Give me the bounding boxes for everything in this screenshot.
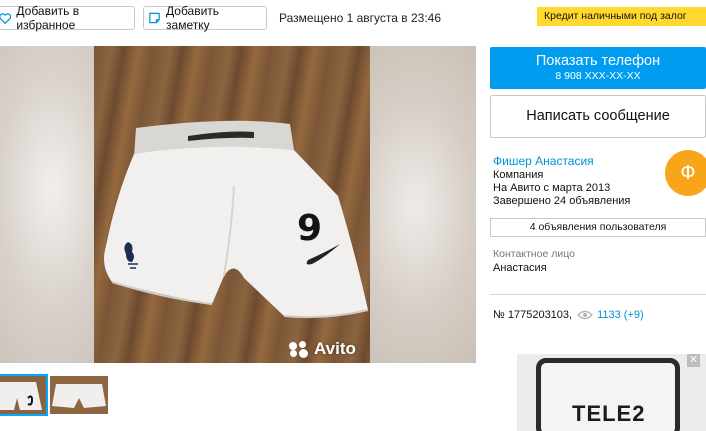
write-message-button[interactable]: Написать сообщение [490,95,706,138]
seller-avatar[interactable]: Ф [665,150,706,196]
seller-type: Компания [493,169,544,181]
thumbnail-1[interactable] [0,374,48,416]
show-phone-label: Показать телефон [535,53,661,69]
contact-person-name: Анастасия [493,262,547,274]
photo-gallery[interactable]: 9 [0,46,476,363]
add-note-button[interactable]: Добавить заметку [143,4,267,32]
add-to-favorites-button[interactable]: Добавить в избранное [0,4,135,32]
masked-phone-number: 8 908 XXX-XX-XX [555,70,641,82]
eye-icon [577,310,594,320]
seller-completed-ads: Завершено 24 объявления [493,195,631,207]
note-icon [149,12,160,24]
user-ads-button[interactable]: 4 объявления пользователя [490,218,706,237]
seller-since: На Авито с марта 2013 [493,182,611,194]
add-to-favorites-label: Добавить в избранное [16,4,80,32]
divider [490,294,706,295]
shorts-number: 9 [297,208,323,249]
thumbnail-1-image [0,376,46,414]
gallery-blur-right [355,46,476,363]
shorts-image [104,120,369,319]
listing-meta: № 1775203103, 1133 (+9) [493,309,644,321]
main-photo[interactable]: 9 [94,46,370,363]
top-action-bar: Добавить в избранное Добавить заметку Ра… [0,0,706,36]
show-phone-button[interactable]: Показать телефон 8 908 XXX-XX-XX [490,47,706,89]
add-note-label: Добавить заметку [166,4,220,32]
views-counter[interactable]: 1133 (+9) [577,309,644,321]
avito-logo-icon [289,341,309,358]
thumbnail-2[interactable] [50,376,108,414]
contact-person-label: Контактное лицо [493,248,575,260]
avito-watermark-text: Avito [314,339,356,358]
ad-brand: TELE2 [572,401,646,426]
seller-name-link[interactable]: Фишер Анастасия [493,154,594,168]
views-count: 1133 (+9) [597,309,644,321]
posted-date: Размещено 1 августа в 23:46 [279,11,442,25]
listing-id: № 1775203103, [493,309,573,321]
avito-watermark: Avito [289,339,356,359]
close-icon[interactable]: ✕ [687,354,700,367]
heart-icon [0,12,12,24]
credit-ad-link[interactable]: Кредит наличными под залог [537,7,706,26]
thumbnail-2-image [50,376,108,414]
